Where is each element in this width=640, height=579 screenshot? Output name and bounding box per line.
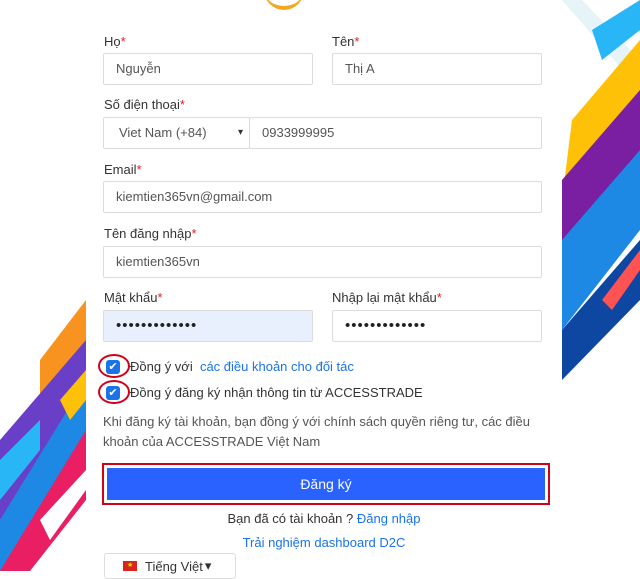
d2c-row: Trải nghiệm dashboard D2C <box>86 535 562 550</box>
username-label: Tên đăng nhập* <box>104 226 197 241</box>
username-input[interactable]: kiemtien365vn <box>103 246 542 278</box>
terms-link[interactable]: các điều khoản cho đối tác <box>200 359 354 374</box>
language-label: Tiếng Việt <box>145 558 203 574</box>
d2c-dashboard-link[interactable]: Trải nghiệm dashboard D2C <box>243 535 406 550</box>
privacy-note: Khi đăng ký tài khoản, bạn đồng ý với ch… <box>103 414 530 449</box>
password-confirm-label: Nhập lại mật khẩu* <box>332 290 442 305</box>
login-prompt-text: Bạn đã có tài khoản ? <box>227 511 354 526</box>
chevron-down-icon: ▾ <box>204 558 212 573</box>
login-prompt-row: Bạn đã có tài khoản ? Đăng nhập <box>86 511 562 526</box>
language-selector[interactable]: Tiếng Việt ▾ <box>104 553 236 579</box>
email-label: Email* <box>104 162 142 177</box>
password-label: Mật khẩu* <box>104 290 163 305</box>
register-button[interactable]: Đăng ký <box>107 468 545 500</box>
password-confirm-input[interactable]: ••••••••••••• <box>332 310 542 342</box>
password-input[interactable]: ••••••••••••• <box>103 310 313 342</box>
chevron-down-icon: ▾ <box>237 127 243 138</box>
last-name-input[interactable]: Nguyễn <box>103 53 313 85</box>
password-confirm-masked-value: ••••••••••••• <box>345 317 427 334</box>
first-name-input[interactable]: Thị A <box>332 53 542 85</box>
country-code-select[interactable]: Viet Nam (+84) ▾ <box>103 117 250 149</box>
background-decoration-right <box>562 0 640 571</box>
background-decoration-left <box>0 0 86 571</box>
newsletter-label: Đồng ý đăng ký nhận thông tin từ ACCESST… <box>130 385 423 400</box>
terms-checkbox[interactable]: ✔ <box>98 353 130 378</box>
last-name-label: Họ* <box>104 34 126 49</box>
vietnam-flag-icon <box>123 561 137 571</box>
password-masked-value: ••••••••••••• <box>116 317 198 334</box>
submit-highlight-box: Đăng ký <box>102 463 550 505</box>
login-link[interactable]: Đăng nhập <box>357 511 421 526</box>
newsletter-checkbox[interactable]: ✔ <box>98 379 130 404</box>
highlight-circle <box>98 379 130 404</box>
newsletter-agreement-row: ✔ Đồng ý đăng ký nhận thông tin từ ACCES… <box>98 379 423 404</box>
country-code-value: Viet Nam (+84) <box>119 125 207 140</box>
phone-label: Số điện thoại* <box>104 97 185 112</box>
terms-agreement-row: ✔ Đồng ý với các điều khoản cho đối tác <box>98 353 354 378</box>
first-name-label: Tên* <box>332 34 360 49</box>
phone-input[interactable]: 0933999995 <box>249 117 542 149</box>
terms-prefix: Đồng ý với <box>130 359 193 374</box>
email-input[interactable]: kiemtien365vn@gmail.com <box>103 181 542 213</box>
highlight-circle <box>98 353 130 378</box>
